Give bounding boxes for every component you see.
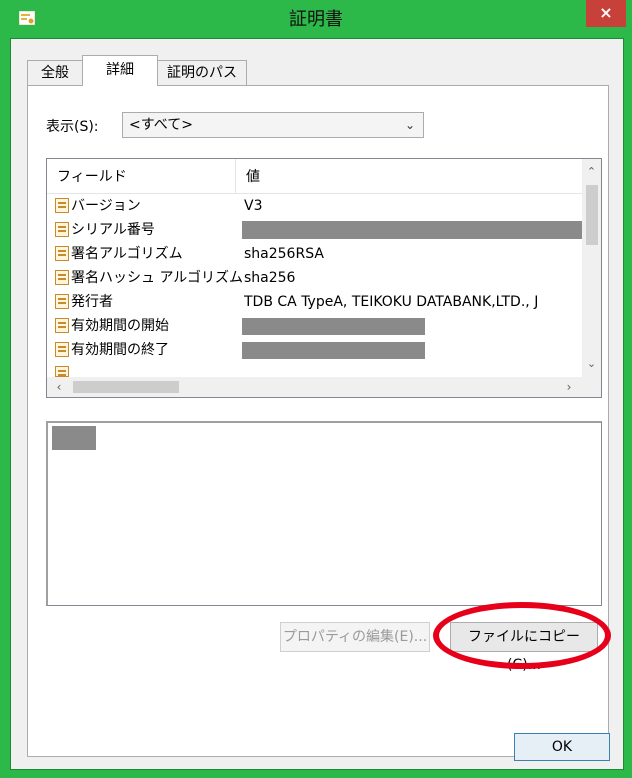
field-name: バージョン (71, 198, 141, 214)
field-name: 署名ハッシュ アルゴリズム (71, 270, 244, 286)
field-name: 発行者 (71, 294, 113, 310)
scroll-right-icon[interactable]: › (559, 377, 579, 397)
field-name: 有効期間の開始 (71, 318, 169, 334)
redacted-value (242, 342, 425, 359)
chevron-down-icon: ⌄ (404, 118, 415, 132)
certificate-window: 証明書 × 全般 詳細 証明のパス 表示(S): <すべて> ⌄ フィールド 値… (0, 0, 632, 778)
tab-details[interactable]: 詳細 (82, 55, 158, 86)
show-dropdown[interactable]: <すべて> ⌄ (122, 112, 424, 138)
ok-button[interactable]: OK (514, 733, 610, 761)
scroll-down-icon[interactable]: ⌄ (582, 355, 601, 373)
field-value: sha256 (244, 270, 296, 286)
vertical-scroll-thumb[interactable] (586, 185, 598, 245)
field-name: 署名アルゴリズム (71, 246, 183, 262)
redacted-value (242, 221, 582, 239)
show-label: 表示(S): (46, 119, 99, 135)
field-icon (55, 222, 69, 237)
field-value: TDB CA TypeA, TEIKOKU DATABANK,LTD., J (244, 294, 539, 310)
list-item[interactable]: 有効期間の終了 (47, 338, 582, 362)
list-item[interactable]: 署名アルゴリズム sha256RSA (47, 242, 582, 266)
field-icon (55, 366, 69, 377)
scroll-up-icon[interactable]: ⌃ (582, 163, 601, 181)
close-button[interactable]: × (586, 0, 626, 27)
column-header-field[interactable]: フィールド (47, 159, 235, 193)
vertical-scrollbar[interactable]: ⌃ ⌄ (582, 159, 601, 377)
horizontal-scroll-thumb[interactable] (73, 381, 179, 393)
window-title: 証明書 (289, 9, 343, 30)
field-value: sha256RSA (244, 246, 324, 262)
title-bar[interactable]: 証明書 × (0, 0, 632, 38)
list-item[interactable]: 署名ハッシュ アルゴリズム sha256 (47, 266, 582, 290)
edit-properties-button[interactable]: プロパティの編集(E)... (280, 622, 430, 652)
redacted-value (242, 318, 425, 335)
field-icon (55, 294, 69, 309)
field-icon (55, 198, 69, 213)
field-icon (55, 270, 69, 285)
close-icon: × (599, 3, 613, 22)
column-header-value[interactable]: 値 (236, 159, 582, 193)
list-header: フィールド 値 (47, 159, 582, 194)
list-item[interactable]: シリアル番号 (47, 218, 582, 242)
field-detail-box[interactable] (46, 421, 602, 606)
field-icon (55, 342, 69, 357)
show-dropdown-value: <すべて> (129, 117, 193, 133)
field-icon (55, 318, 69, 333)
scroll-left-icon[interactable]: ‹ (49, 377, 69, 397)
tab-general[interactable]: 全般 (27, 60, 83, 85)
list-item[interactable]: 有効期間の開始 (47, 314, 582, 338)
tab-certification-path[interactable]: 証明のパス (157, 60, 247, 85)
field-value: V3 (244, 198, 263, 214)
field-name: シリアル番号 (71, 222, 155, 238)
list-item[interactable]: バージョン V3 (47, 194, 582, 218)
horizontal-scrollbar[interactable]: ‹ › (47, 377, 601, 397)
list-item[interactable]: 発行者 TDB CA TypeA, TEIKOKU DATABANK,LTD.,… (47, 290, 582, 314)
field-icon (55, 246, 69, 261)
highlight-ring (433, 602, 611, 669)
fields-list[interactable]: フィールド 値 バージョン V3 シリアル番号 署名アルゴリズム sha256R… (46, 158, 602, 398)
redacted-detail (52, 426, 96, 450)
field-name: 有効期間の終了 (71, 342, 169, 358)
